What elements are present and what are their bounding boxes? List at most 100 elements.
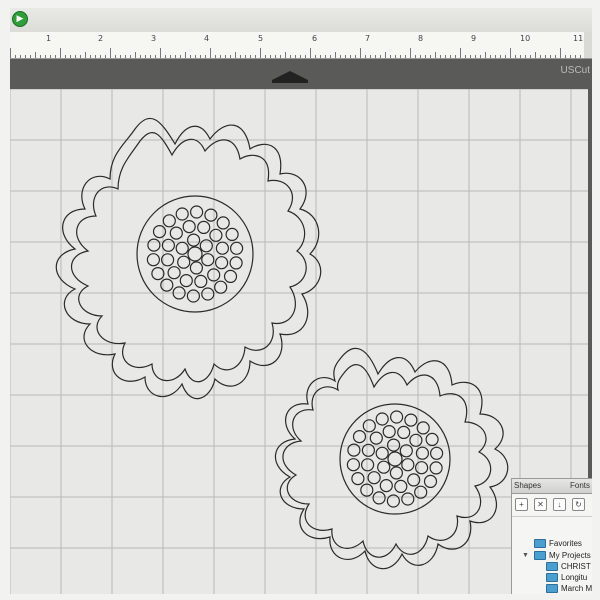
tab-fonts[interactable]: Fonts <box>570 481 590 490</box>
ruler-tick <box>520 55 521 58</box>
ruler-tick <box>150 55 151 58</box>
ruler-tick <box>365 55 366 58</box>
seed-circle <box>382 425 396 439</box>
seed-circle <box>187 246 203 262</box>
ruler-tick <box>410 48 411 58</box>
ruler-tick <box>220 55 221 58</box>
seed-circle <box>194 274 208 288</box>
ruler-tick <box>425 55 426 58</box>
ruler-tick <box>565 55 566 58</box>
folder-icon <box>534 539 546 549</box>
ruler-tick <box>470 55 471 58</box>
seed-circle <box>367 471 381 485</box>
ruler-tick <box>540 55 541 58</box>
ruler-tick <box>265 55 266 58</box>
window-top-bar: ▶ <box>10 8 592 32</box>
expand-arrow-icon[interactable]: ▼ <box>522 552 529 559</box>
ruler-tick <box>165 55 166 58</box>
seed-circle <box>175 207 189 221</box>
ruler-tick <box>430 55 431 58</box>
ruler-tick <box>570 55 571 58</box>
ruler-number: 6 <box>312 34 318 43</box>
tab-shapes[interactable]: Shapes <box>514 481 541 490</box>
seed-circle <box>225 227 239 241</box>
ruler-tick <box>180 55 181 58</box>
seed-circle <box>423 474 438 488</box>
ruler-tick <box>240 55 241 58</box>
ruler-tick <box>395 55 396 58</box>
seed-circle <box>147 238 161 252</box>
folder-icon <box>546 562 558 572</box>
ruler-tick <box>415 55 416 58</box>
tree-item-march[interactable]: March M <box>546 584 592 594</box>
ruler-tick <box>580 55 581 58</box>
cutting-mat[interactable] <box>10 89 588 594</box>
ruler-tick <box>290 55 291 58</box>
mat-canvas[interactable] <box>10 89 588 594</box>
ruler-tick <box>120 55 121 58</box>
seed-circle <box>346 458 360 472</box>
screen-photo: ▶ 1 2 3 4 5 6 7 8 9 10 11 USCut Shapes F… <box>10 8 592 594</box>
ruler-tick <box>345 55 346 58</box>
canvas-workspace[interactable]: USCut <box>10 59 592 594</box>
app-logo-icon[interactable]: ▶ <box>12 11 28 27</box>
ruler-tick <box>25 55 26 58</box>
ruler-tick <box>535 52 536 58</box>
ruler-tick <box>80 55 81 58</box>
seed-circle <box>352 430 367 444</box>
folder-icon <box>546 573 558 583</box>
ruler-tick <box>330 55 331 58</box>
seed-circle <box>182 220 196 234</box>
ruler-tick <box>140 55 141 58</box>
ruler-tick <box>30 55 31 58</box>
sunflower-shape-2[interactable] <box>274 347 509 570</box>
ruler-number: 3 <box>151 34 157 43</box>
ruler-tick <box>435 52 436 58</box>
tree-item-christ[interactable]: CHRIST <box>546 562 591 573</box>
ruler-tick <box>475 55 476 58</box>
seed-circle <box>190 205 204 219</box>
ruler-tick <box>175 55 176 58</box>
new-folder-icon[interactable]: + <box>515 498 528 511</box>
ruler-tick <box>55 55 56 58</box>
seed-circle <box>425 432 439 446</box>
ruler-tick <box>280 55 281 58</box>
ruler-tick <box>230 55 231 58</box>
ruler-tick <box>35 52 36 58</box>
ruler-tick <box>340 55 341 58</box>
ruler-tick <box>90 55 91 58</box>
import-icon[interactable]: ↓ <box>553 498 566 511</box>
tree-item-my-projects[interactable]: My Projects <box>534 551 591 562</box>
ruler-tick <box>50 55 51 58</box>
seed-circle <box>151 267 165 281</box>
ruler-number: 8 <box>418 34 424 43</box>
ruler-tick <box>205 55 206 58</box>
seed-circle <box>179 274 193 288</box>
tree-item-label: Favorites <box>549 539 582 548</box>
shapes-library-panel[interactable]: Shapes Fonts + ✕ ↓ ↻ Favorites ▼ My Proj… <box>511 478 592 594</box>
seed-circle <box>162 214 176 228</box>
seed-circle <box>414 485 428 499</box>
ruler-tick <box>445 55 446 58</box>
seed-circle <box>201 253 215 267</box>
delete-icon[interactable]: ✕ <box>534 498 547 511</box>
tree-item-longitu[interactable]: Longitu <box>546 573 587 584</box>
seed-circle <box>351 472 365 486</box>
ruler-tick <box>320 55 321 58</box>
ruler-tick <box>275 55 276 58</box>
ruler-corner <box>584 32 592 58</box>
seed-circle <box>389 466 403 480</box>
panel-tab-bar: Shapes Fonts <box>512 479 592 494</box>
seed-circle <box>394 479 408 493</box>
seed-circle <box>201 287 215 301</box>
refresh-icon[interactable]: ↻ <box>572 498 585 511</box>
ruler-tick <box>195 55 196 58</box>
mat-grid <box>10 89 588 594</box>
ruler-tick <box>45 55 46 58</box>
ruler-tick <box>70 55 71 58</box>
tree-item-favorites[interactable]: Favorites <box>534 539 582 550</box>
seed-circle <box>369 431 383 445</box>
ruler-tick <box>170 55 171 58</box>
sunflower-shape-1[interactable] <box>55 117 322 400</box>
folder-icon <box>546 584 558 594</box>
